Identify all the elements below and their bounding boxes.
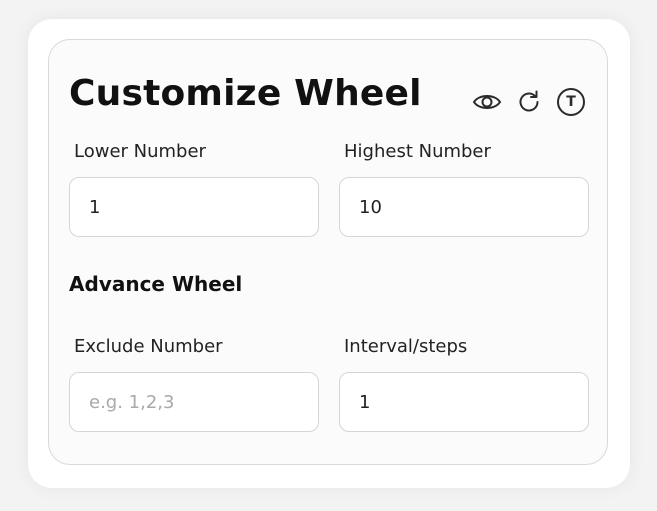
customize-wheel-card: Customize Wheel T Lower Number 1 Highest… [48,39,608,465]
header-toolbar: T [471,86,587,118]
text-icon: T [557,88,585,116]
preview-button[interactable] [471,86,503,118]
reset-button[interactable] [513,86,545,118]
page-title: Customize Wheel [69,73,422,114]
eye-icon [472,92,502,112]
highest-number-input[interactable] [339,177,589,237]
interval-steps-label: Interval/steps [344,336,468,357]
customize-wheel-panel: Customize Wheel T Lower Number 1 Highest… [28,19,630,488]
refresh-icon [516,89,542,115]
exclude-number-label: Exclude Number [74,336,223,357]
lower-number-input[interactable] [69,177,319,237]
advance-wheel-heading: Advance Wheel [69,272,243,296]
exclude-number-input[interactable] [69,372,319,432]
lower-number-label: Lower Number [74,141,206,162]
interval-steps-input[interactable] [339,372,589,432]
highest-number-label: Highest Number [344,141,491,162]
text-mode-button[interactable]: T [555,86,587,118]
